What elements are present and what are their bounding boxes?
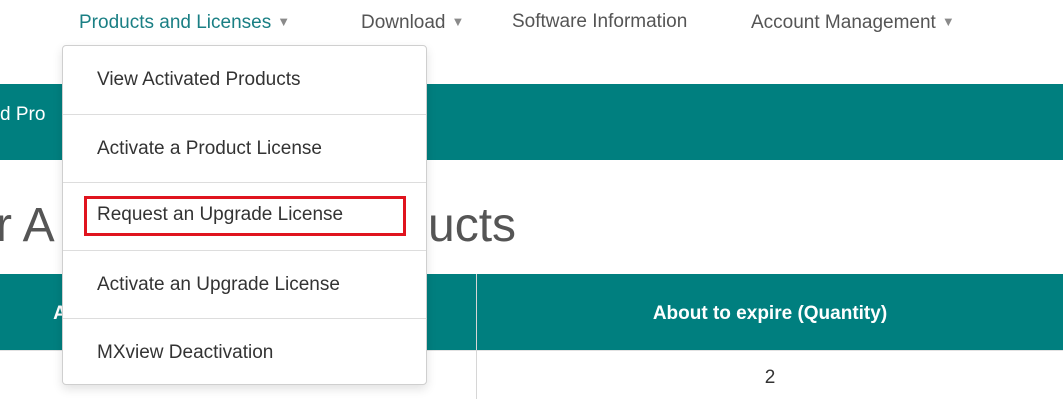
page: Products and Licenses ▼ Download ▼ Softwar… [0, 0, 1063, 399]
nav-account-management[interactable]: Account Management ▼ [751, 10, 955, 35]
table-cell: 2 [764, 367, 776, 388]
menu-item-mxview-deactivation[interactable]: MXview Deactivation [63, 319, 426, 387]
chevron-down-icon: ▼ [277, 14, 291, 29]
menu-item-request-upgrade-license[interactable]: Request an Upgrade License [63, 181, 426, 249]
nav-products-label: Products and Licenses [79, 12, 272, 33]
nav-download[interactable]: Download ▼ [361, 10, 464, 35]
menu-item-label: Activate a Product License [97, 138, 322, 159]
menu-item-label: Activate an Upgrade License [97, 274, 340, 295]
page-title-start: r A [0, 199, 55, 252]
menu-item-label: MXview Deactivation [97, 342, 274, 363]
chevron-down-icon: ▼ [451, 14, 465, 29]
nav-software-label: Software Information [512, 11, 688, 32]
page-title-end: ucts [428, 199, 517, 252]
chevron-down-icon: ▼ [941, 14, 955, 29]
nav-products-and-licenses[interactable]: Products and Licenses ▼ [79, 10, 290, 35]
nav-software-information[interactable]: Software Information [512, 10, 687, 34]
menu-item-view-activated-products[interactable]: View Activated Products [63, 46, 426, 114]
banner-title: d Pro [0, 104, 46, 125]
table-header-cell: About to expire (Quantity) [652, 303, 888, 324]
menu-item-label: View Activated Products [97, 69, 301, 90]
menu-item-activate-product-license[interactable]: Activate a Product License [63, 115, 426, 183]
nav-account-label: Account Management [751, 12, 936, 33]
nav-download-label: Download [361, 12, 446, 33]
menu-item-activate-upgrade-license[interactable]: Activate an Upgrade License [63, 251, 426, 319]
top-navigation: Products and Licenses ▼ Download ▼ Softwar… [0, 0, 1063, 44]
products-dropdown-menu: View Activated Products Activate a Produ… [62, 45, 427, 385]
menu-item-label: Request an Upgrade License [97, 204, 344, 225]
table-column-divider [476, 274, 477, 399]
